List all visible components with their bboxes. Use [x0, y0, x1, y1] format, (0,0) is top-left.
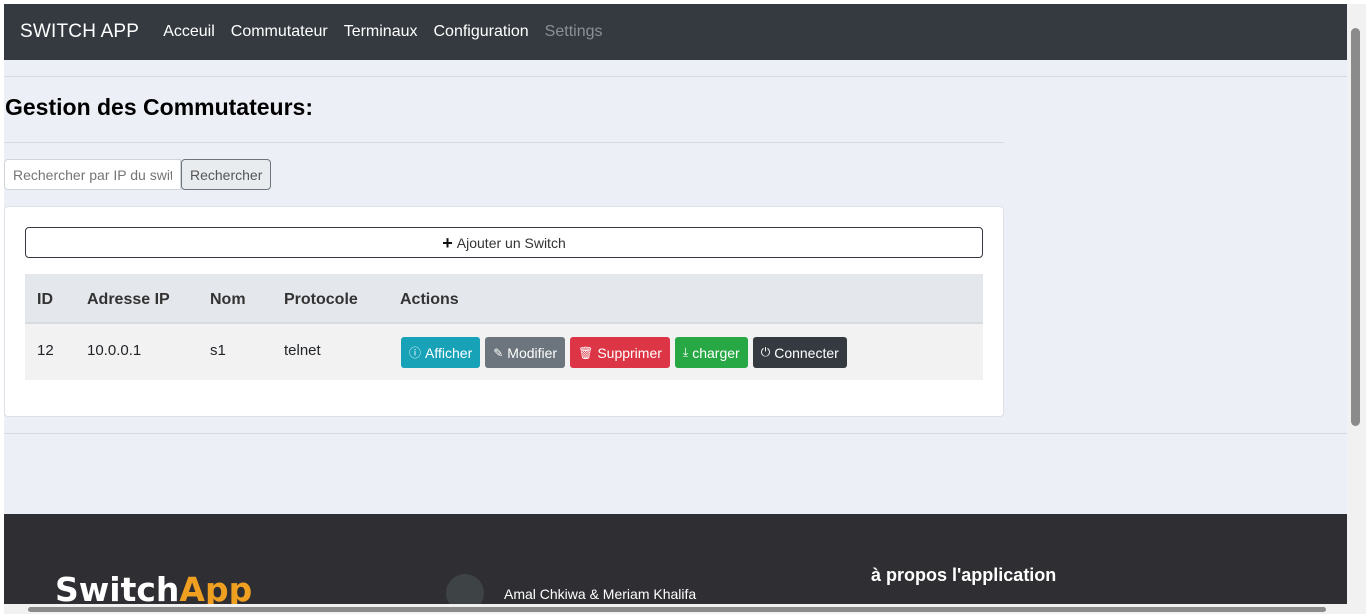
connecter-button[interactable]: ⏻ Connecter — [752, 337, 847, 368]
divider-title — [4, 142, 1004, 143]
info-icon: ⓘ — [409, 346, 422, 360]
search-form: Rechercher — [4, 159, 272, 190]
horizontal-scroll-thumb[interactable] — [28, 607, 1326, 612]
header-ip: Adresse IP — [87, 291, 170, 308]
switch-card: + Ajouter un Switch ID Adresse IP Nom Pr… — [4, 206, 1004, 417]
page-title: Gestion des Commutateurs: — [5, 94, 313, 120]
plus-icon: + — [442, 232, 453, 253]
footer-about-title: à propos l'application — [871, 565, 1057, 585]
afficher-button[interactable]: ⓘ Afficher — [401, 337, 481, 368]
add-switch-label: Ajouter un Switch — [456, 234, 566, 251]
connecter-label: Connecter — [774, 344, 839, 361]
nav-link-commutateur[interactable]: Commutateur — [231, 23, 328, 41]
vertical-scroll-thumb[interactable] — [1351, 28, 1360, 426]
plug-icon: ⏻ — [760, 345, 771, 359]
nav-link-terminaux[interactable]: Terminaux — [344, 23, 418, 41]
vertical-scrollbar[interactable] — [1347, 4, 1366, 614]
modifier-label: Modifier — [507, 344, 558, 361]
add-switch-button[interactable]: + Ajouter un Switch — [25, 227, 983, 258]
search-button[interactable]: Rechercher — [181, 159, 272, 190]
edit-icon: ✎ — [493, 345, 504, 360]
navbar-brand[interactable]: SWITCH APP — [20, 21, 139, 43]
cell-id: 12 — [37, 342, 54, 359]
modifier-button[interactable]: ✎ Modifier — [485, 337, 566, 368]
header-actions: Actions — [400, 291, 459, 308]
footer-authors: Amal Chkiwa & Meriam Khalifa — [504, 586, 697, 602]
page: SWITCH APP Acceuil Commutateur Terminaux… — [4, 4, 1347, 614]
nav-link-settings: Settings — [544, 23, 603, 40]
trash-icon: 🗑 — [578, 345, 594, 360]
row-actions: ⓘ Afficher ✎ Modifier 🗑 Supprimer ⤓ char… — [401, 337, 852, 368]
divider-top — [4, 76, 1347, 77]
horizontal-scrollbar[interactable] — [4, 604, 1347, 614]
afficher-label: Afficher — [425, 344, 473, 361]
table-row: 12 10.0.0.1 s1 telnet ⓘ Afficher ✎ Modif… — [25, 324, 983, 380]
cell-nom: s1 — [210, 342, 226, 359]
charger-button[interactable]: ⤓ charger — [674, 337, 748, 368]
nav-link-configuration[interactable]: Configuration — [434, 23, 529, 41]
footer: SwitchApp Amal Chkiwa & Meriam Khalifa à… — [4, 514, 1347, 614]
table-header: ID Adresse IP Nom Protocole Actions — [25, 274, 983, 324]
header-nom: Nom — [210, 291, 246, 308]
cell-ip: 10.0.0.1 — [87, 342, 142, 359]
nav-link-acceuil[interactable]: Acceuil — [163, 23, 215, 41]
charger-label: charger — [692, 344, 740, 361]
supprimer-button[interactable]: 🗑 Supprimer — [570, 337, 670, 368]
header-id: ID — [37, 291, 53, 308]
navbar: SWITCH APP Acceuil Commutateur Terminaux… — [4, 4, 1347, 60]
supprimer-label: Supprimer — [597, 344, 662, 361]
download-icon: ⤓ — [682, 345, 689, 359]
divider-bottom — [4, 433, 1347, 434]
header-protocole: Protocole — [284, 291, 358, 308]
search-input[interactable] — [4, 159, 181, 190]
cell-protocole: telnet — [284, 342, 321, 359]
